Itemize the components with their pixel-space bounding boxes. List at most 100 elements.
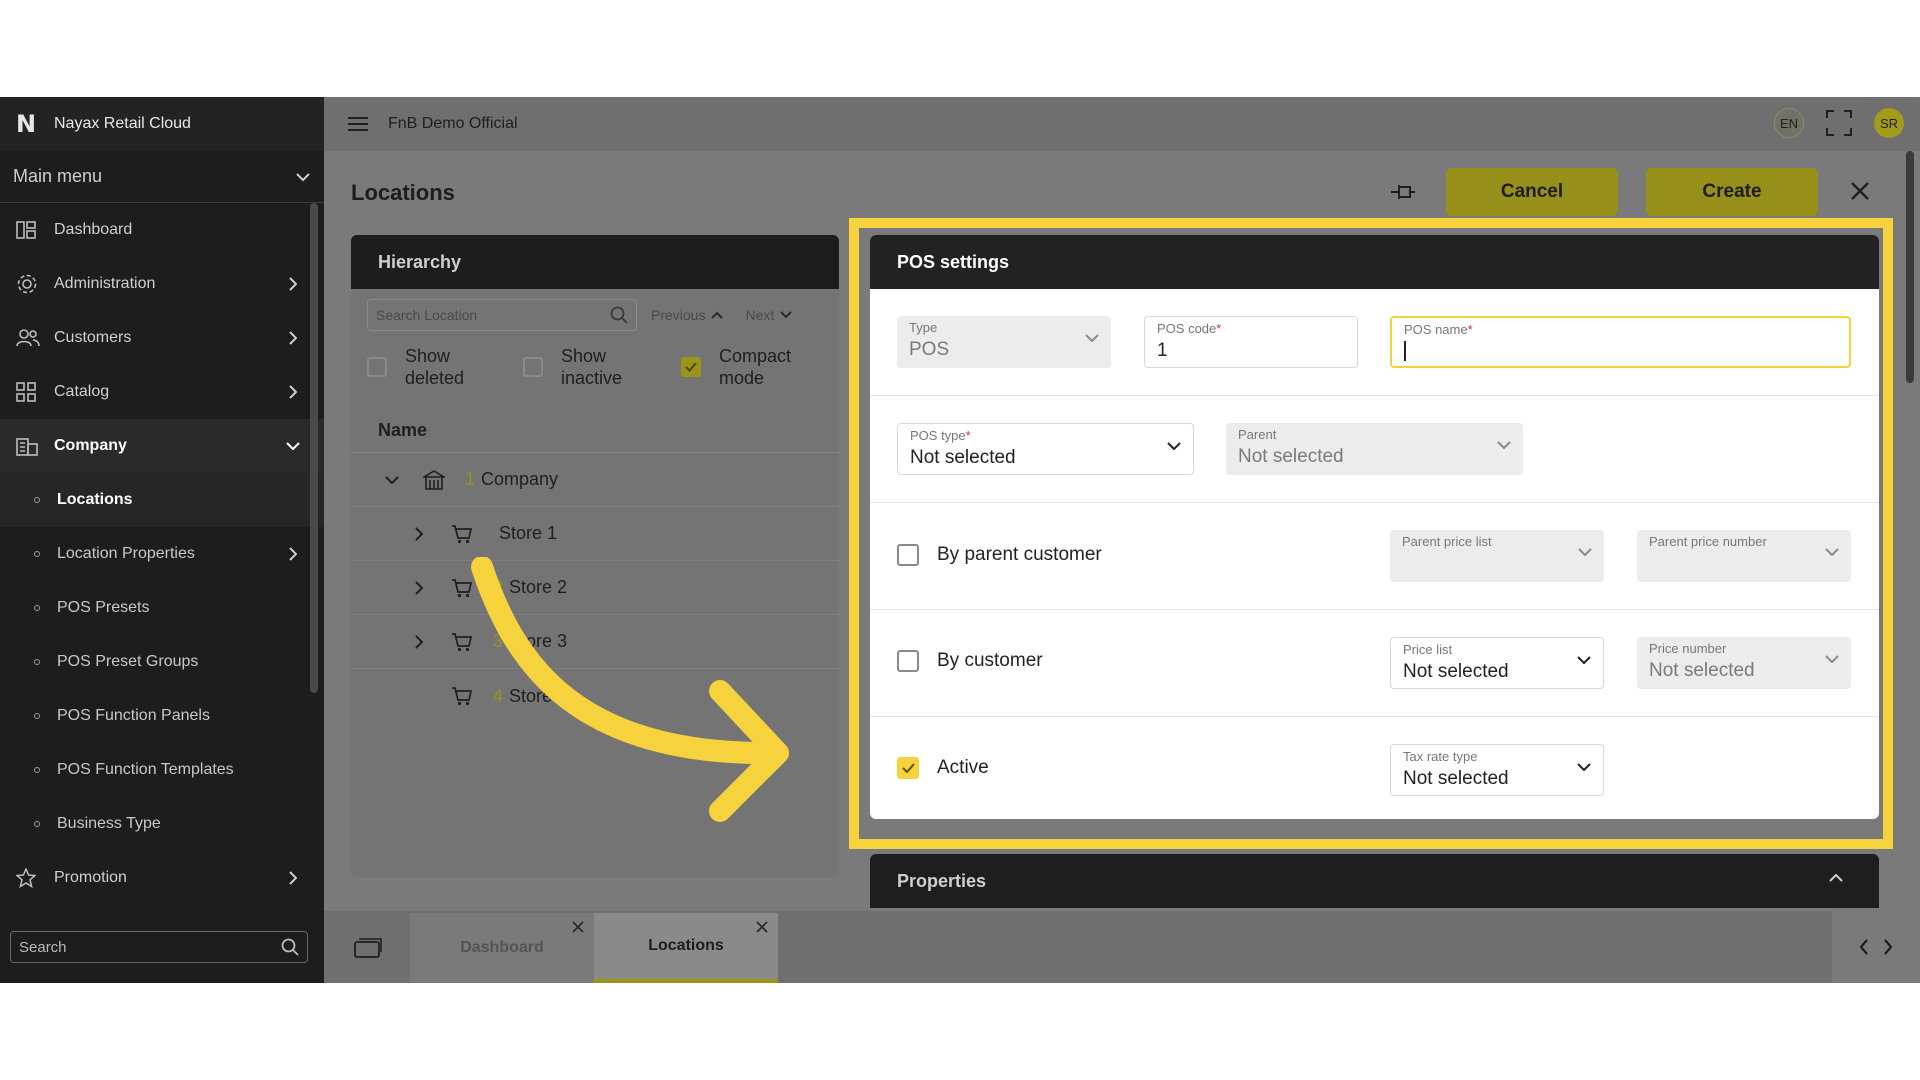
show-inactive-checkbox[interactable]: Show inactive — [523, 345, 681, 389]
content-scrollbar[interactable] — [1906, 151, 1914, 383]
sidebar-item-administration[interactable]: Administration — [0, 257, 324, 311]
checkbox-box-checked[interactable] — [681, 357, 701, 377]
pos-name-label: POS name — [1404, 322, 1468, 337]
language-button[interactable]: EN — [1774, 108, 1804, 138]
create-button[interactable]: Create — [1646, 168, 1818, 216]
sidebar-item-business-type[interactable]: Business Type — [0, 797, 324, 851]
sidebar-item-pos-function-panels[interactable]: POS Function Panels — [0, 689, 324, 743]
close-icon[interactable] — [756, 921, 768, 933]
sidebar-item-pos-preset-groups[interactable]: POS Preset Groups — [0, 635, 324, 689]
brand-name: Nayax Retail Cloud — [54, 115, 191, 132]
pin-icon[interactable] — [1390, 181, 1416, 203]
tree-row-company[interactable]: 1 Company — [351, 453, 839, 507]
properties-title: Properties — [897, 870, 987, 891]
checkbox-box[interactable] — [897, 650, 919, 672]
compact-mode-checkbox[interactable]: Compact mode — [681, 345, 791, 389]
by-parent-customer-checkbox[interactable]: By parent customer — [897, 544, 1102, 566]
sidebar-item-label: Locations — [57, 491, 133, 508]
gear-icon — [16, 273, 54, 295]
main-menu-label: Main menu — [13, 166, 103, 186]
chevron-down-icon — [286, 442, 300, 450]
chevron-right-icon[interactable] — [415, 634, 423, 649]
pos-code-field[interactable]: POS code* 1 — [1144, 316, 1358, 368]
pos-type-label: POS type — [910, 428, 966, 443]
sidebar-item-customers[interactable]: Customers — [0, 311, 324, 365]
price-list-value: Not selected — [1403, 661, 1509, 682]
chevron-right-icon[interactable] — [1883, 939, 1893, 955]
by-customer-checkbox[interactable]: By customer — [897, 650, 1043, 672]
checkbox-box[interactable] — [523, 357, 543, 377]
checkbox-box-checked[interactable] — [897, 757, 919, 779]
sidebar-item-catalog[interactable]: Catalog — [0, 365, 324, 419]
sidebar-item-label: POS Presets — [57, 599, 150, 616]
hamburger-icon[interactable] — [348, 116, 368, 132]
compact-mode-label: Compact mode — [719, 346, 792, 388]
bullet-icon — [34, 767, 40, 773]
chevron-down-icon — [1577, 763, 1591, 771]
sidebar-item-locations[interactable]: Locations — [0, 473, 324, 527]
tax-rate-type-select[interactable]: Tax rate type Not selected — [1390, 744, 1604, 796]
previous-button[interactable]: Previous — [651, 307, 724, 323]
active-checkbox[interactable]: Active — [897, 757, 989, 779]
close-icon[interactable] — [1850, 181, 1870, 201]
sidebar-item-location-properties[interactable]: Location Properties — [0, 527, 324, 581]
tab-dashboard[interactable]: Dashboard — [410, 913, 594, 983]
cancel-button[interactable]: Cancel — [1446, 168, 1618, 216]
tab-locations[interactable]: Locations — [594, 913, 778, 983]
search-location-placeholder: Search Location — [376, 307, 478, 323]
sidebar-scrollbar[interactable] — [310, 203, 318, 693]
fullscreen-icon[interactable] — [1826, 110, 1852, 136]
tax-rate-type-value: Not selected — [1403, 768, 1509, 789]
next-button[interactable]: Next — [745, 307, 792, 323]
chevron-down-icon — [1085, 334, 1099, 342]
chevron-right-icon[interactable] — [415, 580, 423, 595]
bullet-icon — [34, 497, 40, 503]
search-location-input[interactable]: Search Location — [367, 299, 637, 331]
sidebar-item-label: POS Function Templates — [57, 761, 234, 778]
pos-name-field[interactable]: POS name* — [1390, 316, 1851, 368]
windows-icon[interactable] — [354, 937, 382, 959]
chevron-left-icon[interactable] — [1859, 939, 1869, 955]
checkbox-box[interactable] — [897, 544, 919, 566]
chevron-right-icon[interactable] — [415, 526, 423, 541]
sidebar-item-label: POS Function Panels — [57, 707, 210, 724]
store-building-icon — [423, 469, 445, 490]
show-deleted-checkbox[interactable]: Show deleted — [367, 345, 523, 389]
sidebar-item-label: Promotion — [54, 869, 127, 886]
brand[interactable]: N Nayax Retail Cloud — [0, 97, 324, 151]
tree-label: Store 1 — [499, 523, 558, 543]
sidebar-item-label: Dashboard — [54, 221, 133, 238]
pos-row-parent-customer: By parent customer Parent price list Par… — [870, 503, 1879, 610]
chevron-up-icon[interactable] — [1829, 874, 1843, 882]
checkbox-box[interactable] — [367, 357, 387, 377]
properties-panel-header[interactable]: Properties — [870, 854, 1879, 908]
close-icon[interactable] — [572, 921, 584, 933]
pos-code-value: 1 — [1157, 340, 1168, 361]
chevron-down-icon[interactable] — [385, 475, 399, 484]
sidebar-item-company[interactable]: Company — [0, 419, 324, 473]
next-label: Next — [745, 307, 775, 323]
check-icon — [901, 763, 915, 773]
parent-select: Parent Not selected — [1226, 423, 1523, 475]
sidebar-item-promotion[interactable]: Promotion — [0, 851, 324, 905]
pos-type-select[interactable]: POS type* Not selected — [897, 423, 1194, 475]
main-menu-toggle[interactable]: Main menu — [0, 151, 324, 203]
dashboard-icon — [16, 221, 54, 239]
name-column-header[interactable]: Name — [351, 409, 839, 453]
sidebar-item-dashboard[interactable]: Dashboard — [0, 203, 324, 257]
sidebar-item-label: Location Properties — [57, 545, 195, 562]
sidebar-search-input[interactable]: Search — [10, 931, 308, 963]
avatar[interactable]: SR — [1874, 108, 1904, 138]
tab-scroll-controls — [1832, 911, 1920, 983]
show-deleted-label: Show deleted — [405, 346, 465, 388]
sidebar: N Nayax Retail Cloud Main menu Dashboard… — [0, 97, 324, 983]
chevron-down-icon — [1167, 442, 1181, 450]
tree-row-store[interactable]: Store 1 — [351, 507, 839, 561]
chevron-right-icon — [286, 385, 300, 399]
sidebar-item-pos-presets[interactable]: POS Presets — [0, 581, 324, 635]
price-list-select[interactable]: Price list Not selected — [1390, 637, 1604, 689]
pointer-arrow-icon — [471, 557, 789, 822]
required-mark: * — [965, 428, 971, 443]
sidebar-item-pos-function-templates[interactable]: POS Function Templates — [0, 743, 324, 797]
sidebar-item-label: Company — [54, 437, 127, 454]
